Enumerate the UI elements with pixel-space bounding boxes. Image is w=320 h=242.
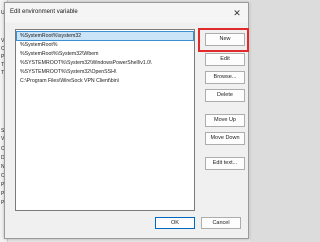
list-item[interactable]: C:\Program Files\WireSock VPN Client\bin… — [17, 77, 193, 85]
move-up-button[interactable]: Move Up — [205, 114, 245, 127]
dialog-title: Edit environment variable — [10, 9, 78, 15]
ok-button[interactable]: OK — [155, 217, 195, 229]
browse-button[interactable]: Browse... — [205, 71, 245, 84]
list-item[interactable]: %SYSTEMROOT%\System32\OpenSSH\ — [17, 68, 193, 76]
move-down-button[interactable]: Move Down — [205, 132, 245, 145]
list-item[interactable]: %SYSTEMROOT%\System32\WindowsPowerShell\… — [17, 59, 193, 67]
highlight-box — [198, 28, 249, 52]
title-bar[interactable]: Edit environment variable ✕ — [5, 3, 248, 23]
list-item[interactable]: %SystemRoot% — [17, 41, 193, 49]
list-item[interactable]: %SystemRoot%\system32 — [16, 31, 194, 41]
path-list[interactable]: %SystemRoot%\system32 %SystemRoot% %Syst… — [15, 29, 195, 211]
edit-environment-variable-dialog: Edit environment variable ✕ %SystemRoot%… — [4, 2, 249, 239]
delete-button[interactable]: Delete — [205, 89, 245, 102]
list-item[interactable]: %SystemRoot%\System32\Wbem — [17, 50, 193, 58]
cancel-button[interactable]: Cancel — [201, 217, 241, 229]
close-icon[interactable]: ✕ — [230, 6, 244, 20]
edit-button[interactable]: Edit — [205, 53, 245, 66]
edit-text-button[interactable]: Edit text... — [205, 157, 245, 170]
